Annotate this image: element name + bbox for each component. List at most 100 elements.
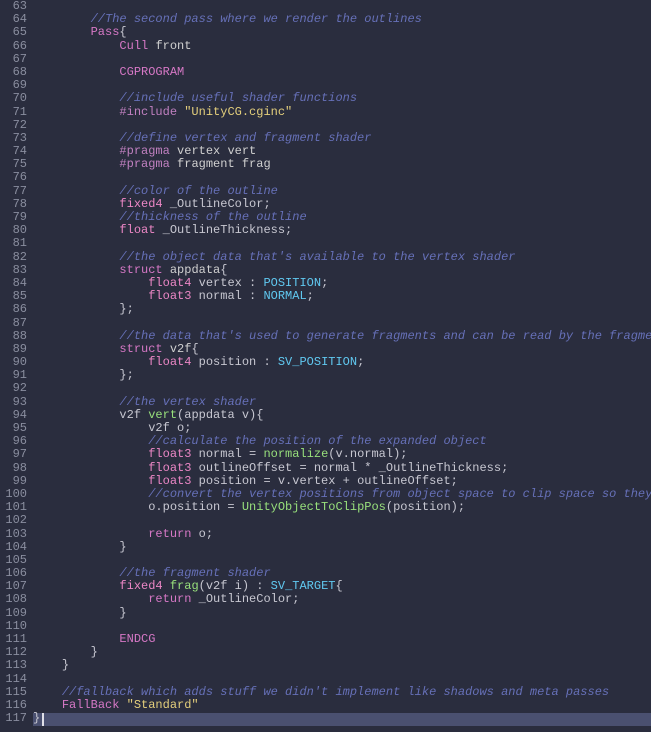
token-sp	[33, 223, 119, 237]
code-line[interactable]: float _OutlineThickness;	[33, 224, 651, 237]
token-sp	[33, 25, 91, 39]
code-line[interactable]	[33, 673, 651, 686]
code-line[interactable]: float3 outlineOffset = normal * _Outline…	[33, 462, 651, 475]
code-line[interactable]: o.position = UnityObjectToClipPos(positi…	[33, 501, 651, 514]
token-ident: vertex vert	[177, 144, 256, 158]
token-sp	[33, 197, 119, 211]
code-line[interactable]: }	[33, 646, 651, 659]
line-number: 102	[0, 514, 27, 527]
token-sp	[33, 144, 119, 158]
token-default: outlineOffset = normal * _OutlineThickne…	[191, 461, 508, 475]
code-line[interactable]	[33, 53, 651, 66]
code-line[interactable]: };	[33, 369, 651, 382]
token-type: float3	[148, 474, 191, 488]
code-line[interactable]: //fallback which adds stuff we didn't im…	[33, 686, 651, 699]
token-type: float4	[148, 276, 191, 290]
code-line[interactable]	[33, 317, 651, 330]
line-number-gutter: 6364656667686970717273747576777879808182…	[0, 0, 33, 732]
code-line[interactable]: };	[33, 303, 651, 316]
token-sp	[33, 329, 119, 343]
code-line[interactable]	[33, 171, 651, 184]
token-comment: //the object data that's available to th…	[119, 250, 515, 264]
token-comment: //the fragment shader	[119, 566, 270, 580]
token-sp	[33, 250, 119, 264]
token-sp	[33, 487, 148, 501]
line-number: 99	[0, 475, 27, 488]
token-sp	[33, 461, 148, 475]
token-func: UnityObjectToClipPos	[242, 500, 386, 514]
code-line[interactable]: //include useful shader functions	[33, 92, 651, 105]
code-line[interactable]: float3 normal = normalize(v.normal);	[33, 448, 651, 461]
code-line[interactable]: //the vertex shader	[33, 396, 651, 409]
code-line[interactable]: ENDCG	[33, 633, 651, 646]
token-string: "Standard"	[127, 698, 199, 712]
code-line[interactable]: }	[33, 659, 651, 672]
code-line[interactable]	[33, 514, 651, 527]
code-area[interactable]: //The second pass where we render the ou…	[33, 0, 651, 732]
token-sp	[33, 395, 119, 409]
token-sp	[33, 131, 119, 145]
code-line[interactable]: struct appdata{	[33, 264, 651, 277]
line-number: 86	[0, 303, 27, 316]
token-keyword: return	[148, 592, 191, 606]
token-sp	[33, 474, 148, 488]
code-line[interactable]	[33, 382, 651, 395]
token-comment: //include useful shader functions	[119, 91, 357, 105]
code-editor[interactable]: 6364656667686970717273747576777879808182…	[0, 0, 651, 732]
token-brace: }	[91, 645, 98, 659]
code-line[interactable]: }	[33, 607, 651, 620]
token-pragma: #pragma	[119, 144, 169, 158]
code-line[interactable]: float3 position = v.vertex + outlineOffs…	[33, 475, 651, 488]
code-line[interactable]: Cull front	[33, 40, 651, 53]
token-sp	[33, 276, 148, 290]
line-number: 67	[0, 53, 27, 66]
token-default: _OutlineThickness;	[155, 223, 292, 237]
token-default	[170, 157, 177, 171]
token-ident: fragment frag	[177, 157, 271, 171]
token-default: v2f	[119, 408, 148, 422]
token-comment: //define vertex and fragment shader	[119, 131, 371, 145]
code-line[interactable]	[33, 119, 651, 132]
code-line[interactable]: #pragma fragment frag	[33, 158, 651, 171]
token-sp	[33, 408, 119, 422]
line-number: 115	[0, 686, 27, 699]
token-sp	[33, 500, 148, 514]
line-number: 92	[0, 382, 27, 395]
token-sp	[33, 606, 119, 620]
code-line[interactable]: return _OutlineColor;	[33, 593, 651, 606]
code-line[interactable]: CGPROGRAM	[33, 66, 651, 79]
token-keyword: CGPROGRAM	[119, 65, 184, 79]
code-line[interactable]: return o;	[33, 528, 651, 541]
token-type: float3	[148, 289, 191, 303]
token-default	[163, 342, 170, 356]
line-number: 117	[0, 712, 27, 725]
token-default: ;	[307, 289, 314, 303]
code-line[interactable]: //the data that's used to generate fragm…	[33, 330, 651, 343]
code-line[interactable]	[33, 237, 651, 250]
code-line[interactable]: Pass{	[33, 26, 651, 39]
token-keyword: struct	[119, 263, 162, 277]
line-number: 66	[0, 40, 27, 53]
token-sp	[33, 39, 119, 53]
line-number: 81	[0, 237, 27, 250]
token-default: (appdata v)	[177, 408, 256, 422]
token-comment: //convert the vertex positions from obje…	[148, 487, 651, 501]
token-brace: }	[62, 658, 69, 672]
token-ident: appdata	[170, 263, 220, 277]
token-default: position :	[191, 355, 277, 369]
token-semantic: NORMAL	[263, 289, 306, 303]
token-default: _OutlineColor;	[163, 197, 271, 211]
code-line[interactable]: FallBack "Standard"	[33, 699, 651, 712]
token-brace: }	[119, 606, 126, 620]
line-number: 88	[0, 330, 27, 343]
code-line[interactable]: }	[33, 541, 651, 554]
code-line[interactable]: //the object data that's available to th…	[33, 251, 651, 264]
code-line[interactable]: #include "UnityCG.cginc"	[33, 106, 651, 119]
line-number: 77	[0, 185, 27, 198]
token-brace: {	[335, 579, 342, 593]
token-sp	[33, 447, 148, 461]
current-line-highlight	[33, 713, 651, 726]
line-number: 71	[0, 106, 27, 119]
code-line[interactable]: //color of the outline	[33, 185, 651, 198]
token-default: ;	[321, 276, 328, 290]
